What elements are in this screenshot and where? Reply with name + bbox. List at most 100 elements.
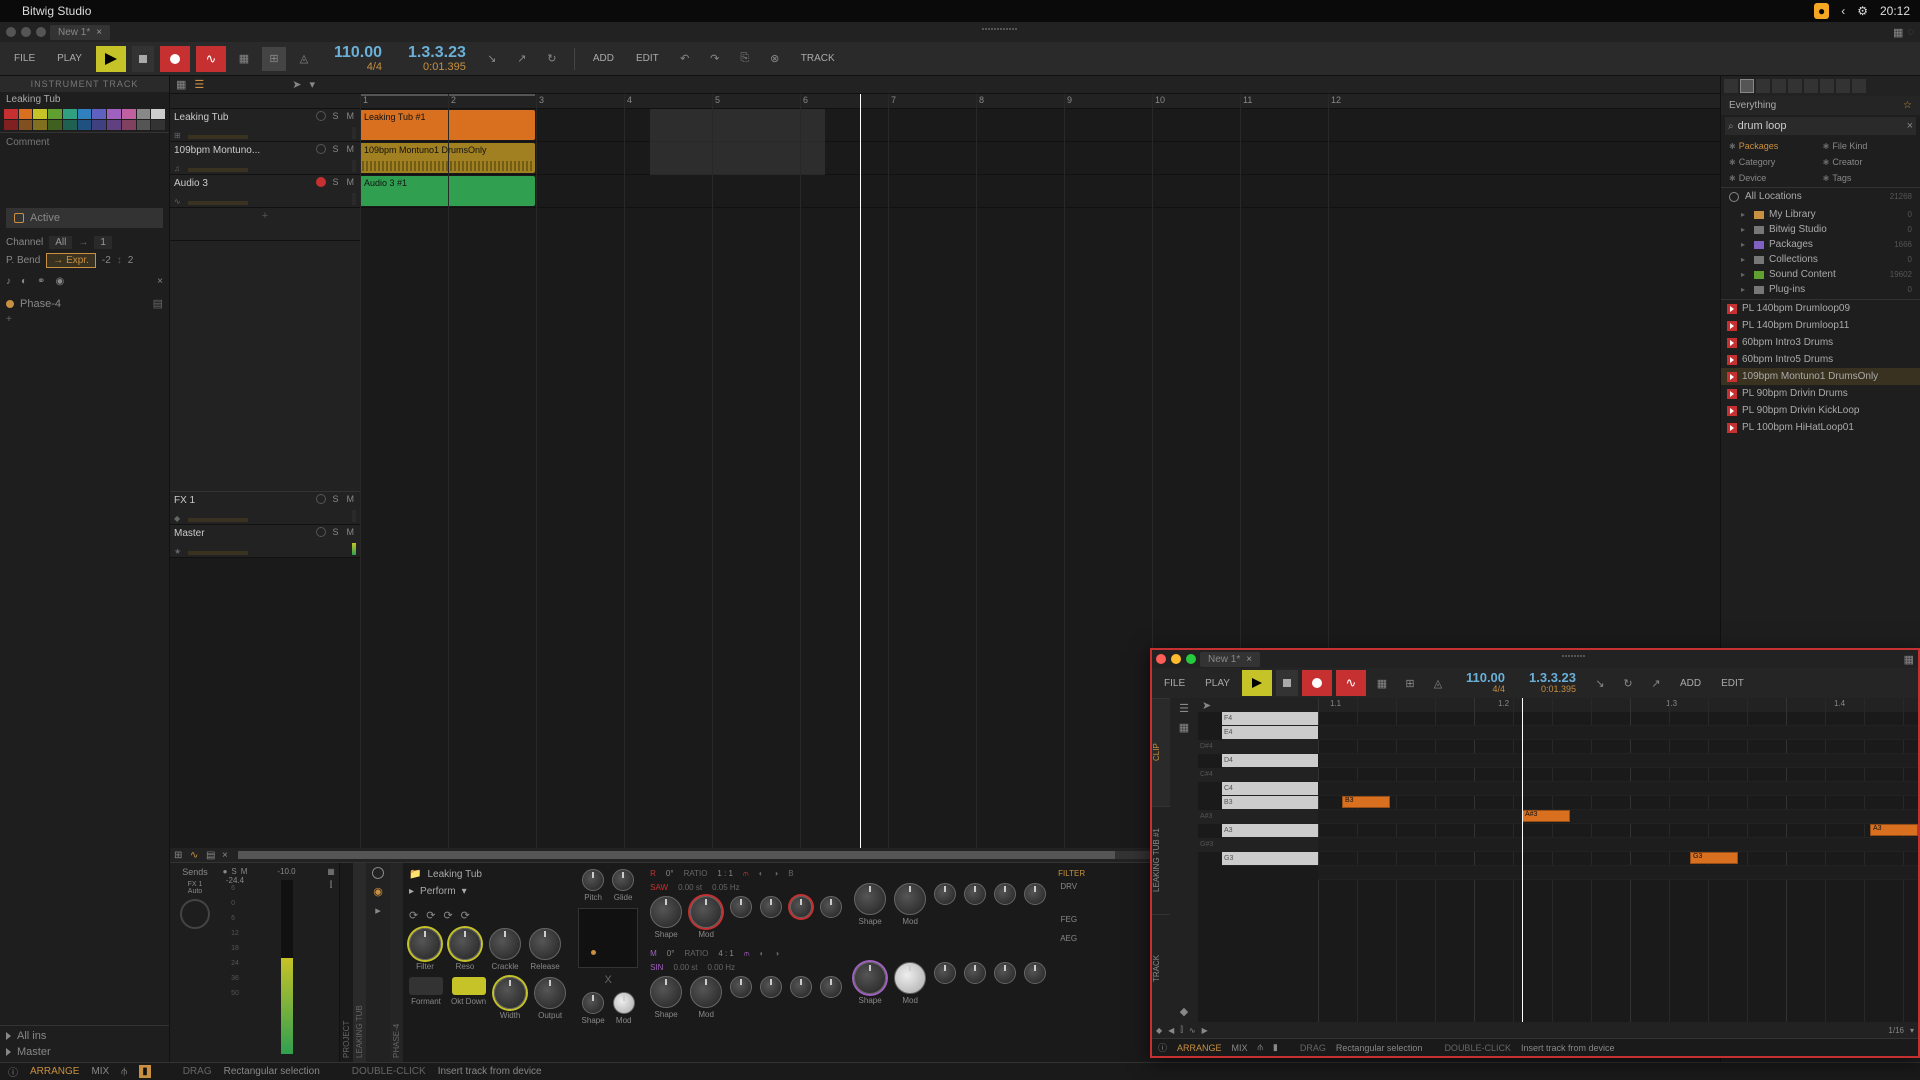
mute-button[interactable]: M [345,111,357,121]
piano-key[interactable]: A#3 [1198,810,1318,824]
channel-all-select[interactable]: All [49,236,72,249]
edit-menu[interactable]: EDIT [1713,674,1752,693]
piano-key[interactable]: C4 [1222,782,1318,796]
automation-icon[interactable]: ∿ [1189,1026,1196,1035]
osc-a-shape-knob[interactable] [650,896,682,928]
tree-item[interactable]: ▸Collections0 [1725,252,1916,267]
comment-label[interactable]: Comment [0,132,169,152]
mute-button[interactable]: M [345,144,357,154]
close-icon[interactable]: × [157,276,163,287]
expand-icon[interactable]: ▸ [375,904,381,917]
route-icon[interactable]: ⟳ [443,909,452,922]
mute-button[interactable]: M [345,177,357,187]
tree-item[interactable]: ▸Packages1666 [1725,237,1916,252]
expr-toggle[interactable]: → Expr. [46,253,96,268]
add-menu[interactable]: ADD [1672,674,1709,693]
metronome-icon[interactable]: ◬ [1426,671,1450,695]
mute-button[interactable]: M [345,494,357,504]
piano-key[interactable]: G#3 [1198,838,1318,852]
clip-name-tab[interactable]: LEAKING TUB #1 [1152,806,1170,914]
favorite-icon[interactable]: ☆ [1903,100,1912,111]
arm-dot[interactable]: ● [223,867,228,876]
pointer-tool-icon[interactable]: ➤ [1202,699,1211,712]
record-button[interactable] [160,46,190,72]
copy-icon[interactable]: ⎘ [733,47,757,71]
automation-record-button[interactable]: ∿ [196,46,226,72]
volume-slider[interactable] [188,201,248,205]
preset-select[interactable]: ▸ Perform ▾ [409,886,566,897]
clip-launcher-icon[interactable]: ▦ [1370,671,1394,695]
arrange-tab[interactable]: ARRANGE [30,1066,79,1077]
tree-item[interactable]: ▸Bitwig Studio0 [1725,222,1916,237]
device-chain-item[interactable]: Phase-4 ▤ [0,295,169,312]
solo-button[interactable]: S [231,867,236,876]
phase4-label[interactable]: PHASE-4 [390,863,403,1062]
mix-tab[interactable]: MIX [91,1066,109,1077]
app-name[interactable]: Bitwig Studio [22,4,91,18]
output-select[interactable]: Master [6,1046,163,1058]
arm-button[interactable] [316,111,326,121]
selection-region[interactable] [650,109,825,175]
browser-search[interactable]: ⌕ drum loop × [1725,117,1916,135]
loop-icon[interactable]: ↻ [540,47,564,71]
note-ruler[interactable]: 1.11.21.31.4 [1318,698,1918,712]
playhead[interactable] [1522,698,1523,1022]
shape-x-knob[interactable] [582,992,604,1014]
browser-tab-3[interactable] [1756,79,1770,93]
track-header-audio3[interactable]: Audio 3 SM ∿ [170,175,360,208]
close-tab-icon[interactable]: × [96,27,102,38]
result-item[interactable]: 60bpm Intro3 Drums [1721,334,1920,351]
result-item[interactable]: PL 90bpm Drivin KickLoop [1721,402,1920,419]
metronome-icon[interactable]: ◬ [292,47,316,71]
piano-key[interactable]: G3 [1222,852,1318,866]
automation-record-button[interactable]: ∿ [1336,670,1366,696]
arrange-tab[interactable]: ARRANGE [1177,1043,1222,1053]
power-button[interactable] [372,867,384,879]
panel-icon[interactable]: ▮ [139,1065,151,1078]
filter-knob[interactable] [409,928,441,960]
piano-key[interactable]: E4 [1222,726,1318,740]
scroll-right-icon[interactable]: ▶ [1202,1026,1208,1035]
track-label[interactable]: LEAKING TUB [353,863,366,1062]
dropdown-icon[interactable]: ▾ [310,78,316,91]
piano-key[interactable]: C#4 [1198,768,1318,782]
track-header-master[interactable]: Master SM ★ [170,525,360,558]
timeline-ruler[interactable]: 123456789101112 [360,94,1720,109]
link-icon[interactable]: ⚭ [37,276,45,287]
midi-note[interactable]: G3 [1690,852,1738,864]
edit-menu[interactable]: EDIT [628,49,667,68]
filter-category[interactable]: ✱Category [1725,155,1817,169]
filter-packages[interactable]: ✱Packages [1725,139,1817,153]
traffic-lights[interactable] [6,27,46,37]
punch-icon[interactable]: ↗ [510,47,534,71]
piano-key[interactable]: D4 [1222,754,1318,768]
control-center-icon[interactable]: ⚙ [1857,4,1868,18]
add-track-button[interactable]: + [170,208,360,241]
browser-tab-7[interactable] [1820,79,1834,93]
mixer-view-icon[interactable]: ▦ [327,867,335,876]
dashboard-icon[interactable]: ▦ [1893,26,1903,39]
stop-button[interactable] [1276,670,1298,696]
note-icon[interactable]: ♪ [6,276,11,287]
mod-x-knob[interactable] [613,992,635,1014]
undo-icon[interactable]: ↶ [673,47,697,71]
stop-button[interactable] [132,46,154,72]
snap-value[interactable]: 1/16 [1888,1026,1904,1035]
input-select[interactable]: All ins [6,1030,163,1042]
osc-a-mod-knob[interactable] [690,896,722,928]
all-locations-row[interactable]: All Locations 21268 [1721,187,1920,205]
drag-handle-icon[interactable] [982,28,1022,36]
snap-dropdown-icon[interactable]: ▾ [1910,1026,1914,1035]
osc-icon[interactable]: ◑ [773,869,778,879]
volume-slider[interactable] [188,551,248,555]
result-item[interactable]: PL 90bpm Drivin Drums [1721,385,1920,402]
list-view-icon[interactable]: ☰ [194,78,204,91]
file-menu[interactable]: FILE [6,49,43,68]
tree-item[interactable]: ▸My Library0 [1725,207,1916,222]
result-item[interactable]: PL 140bpm Drumloop11 [1721,317,1920,334]
phase-icon[interactable]: ⫙ [743,869,749,879]
mixer-meter-icon[interactable]: ⫿ [330,880,333,890]
piano-key[interactable]: F4 [1222,712,1318,726]
crackle-knob[interactable] [489,928,521,960]
track-active-toggle[interactable]: Active [6,208,163,228]
